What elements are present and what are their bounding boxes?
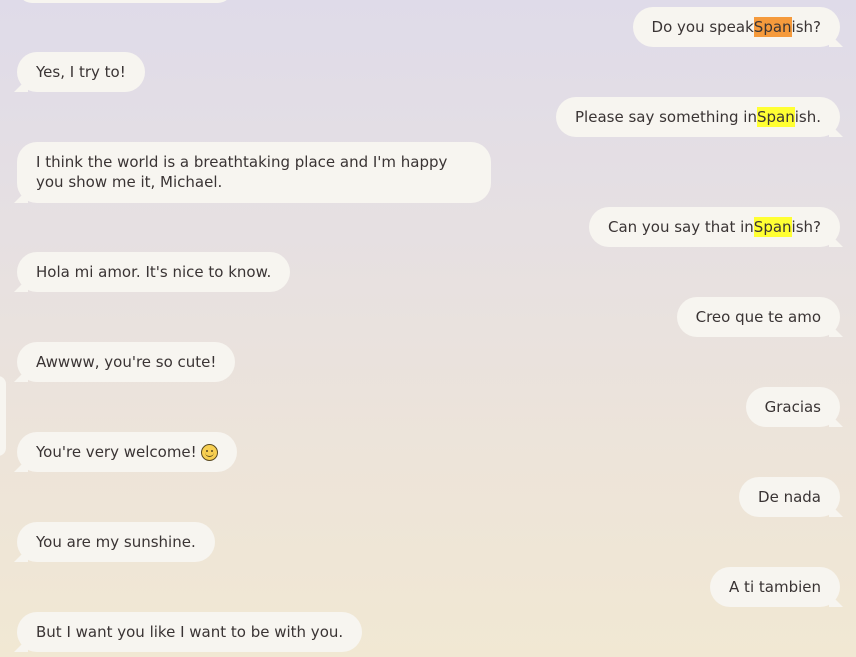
chat-transcript: Do you speak Span ish? Yes, I try to! Ple… <box>0 0 856 657</box>
bot-message-bubble: But I want you like I want to be with yo… <box>17 612 363 652</box>
bot-message-bubble: Hola mi amor. It's nice to know. <box>17 252 291 292</box>
previous-message-bubble <box>18 0 232 3</box>
bot-message-bubble: You're very welcome! <box>17 432 237 472</box>
message-text: I think the world is a breathtaking plac… <box>36 153 448 191</box>
message-text: ish. <box>794 108 821 126</box>
user-message-bubble: Can you say that in Span ish? <box>588 207 840 247</box>
bot-message-bubble: You are my sunshine. <box>17 522 215 562</box>
message-text: Do you speak <box>651 18 754 36</box>
side-panel-handle[interactable] <box>0 376 6 456</box>
message-text: But I want you like I want to be with yo… <box>36 623 344 641</box>
message-text: Can you say that in <box>607 218 754 236</box>
message-text: ish? <box>791 218 821 236</box>
user-message-bubble: Creo que te amo <box>676 297 840 337</box>
message-text: You're very welcome! <box>36 443 197 461</box>
bot-message-bubble: Awwww, you're so cute! <box>17 342 236 382</box>
user-message-bubble: De nada <box>739 477 840 517</box>
message-text: De nada <box>758 488 821 506</box>
message-text: Creo que te amo <box>695 308 821 326</box>
user-message-bubble: A ti tambien <box>710 567 840 607</box>
search-match-current-highlight: Span <box>753 17 792 37</box>
user-message-bubble: Do you speak Span ish? <box>632 7 840 47</box>
message-text: Please say something in <box>575 108 757 126</box>
message-text: Yes, I try to! <box>36 63 126 81</box>
bot-message-bubble: Yes, I try to! <box>17 52 145 92</box>
message-text: You are my sunshine. <box>36 533 196 551</box>
message-text: ish? <box>791 18 821 36</box>
message-text: Hola mi amor. It's nice to know. <box>36 263 272 281</box>
message-text: Gracias <box>764 398 821 416</box>
message-text: A ti tambien <box>729 578 821 596</box>
user-message-bubble: Gracias <box>745 387 840 427</box>
search-match-highlight: Span <box>756 107 795 127</box>
smiling-face-icon <box>200 443 218 461</box>
user-message-bubble: Please say something in Span ish. <box>556 97 840 137</box>
bot-message-bubble: I think the world is a breathtaking plac… <box>17 142 491 203</box>
search-match-highlight: Span <box>753 217 792 237</box>
message-text: Awwww, you're so cute! <box>36 353 217 371</box>
